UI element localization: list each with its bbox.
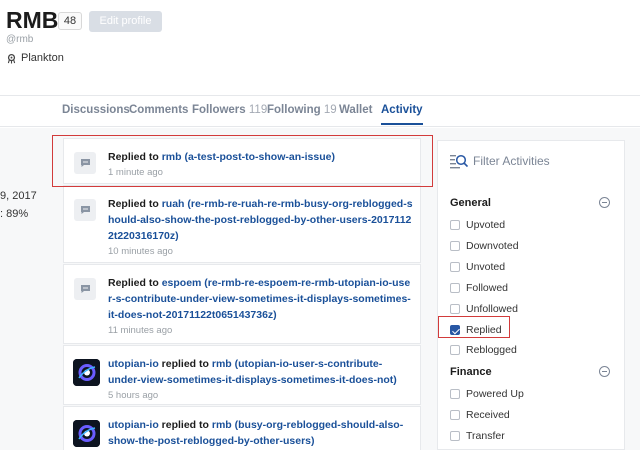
filter-option-downvoted[interactable]: Downvoted	[450, 240, 519, 252]
collapse-finance-icon[interactable]	[599, 366, 610, 377]
tab-discussions[interactable]: Discussions	[62, 104, 130, 116]
profile-name: RMB	[6, 7, 59, 33]
filter-option-replied[interactable]: Replied	[450, 324, 502, 336]
filter-panel: Filter Activities General Upvoted Downvo…	[437, 140, 625, 450]
checkbox[interactable]	[450, 304, 460, 314]
activity-actor-link[interactable]: utopian-io	[108, 358, 159, 370]
tab-label: Following	[267, 104, 321, 116]
activity-target-link[interactable]: rmb	[212, 419, 232, 431]
activity-verb: Replied to	[108, 198, 159, 210]
activity-item: Replied to espoem (re-rmb-re-espoem-re-r…	[63, 264, 421, 344]
checkbox[interactable]	[450, 220, 460, 230]
comment-icon	[74, 278, 96, 300]
comment-icon	[74, 152, 96, 174]
tab-comments[interactable]: Comments	[129, 104, 188, 116]
checkbox[interactable]	[450, 345, 460, 355]
tab-label: Wallet	[339, 104, 373, 116]
activity-verb: Replied to	[108, 277, 159, 289]
filter-title: Filter Activities	[450, 153, 550, 169]
utopian-logo-icon	[73, 420, 100, 447]
activity-target-link[interactable]: rmb	[162, 151, 182, 163]
filter-title-text: Filter Activities	[473, 154, 550, 168]
following-count: 19	[323, 104, 337, 116]
activity-target-link[interactable]: rmb	[212, 358, 232, 370]
activity-verb: Replied to	[108, 151, 159, 163]
tab-label: Discussions	[62, 104, 130, 116]
tab-label: Activity	[381, 104, 423, 116]
option-label: Transfer	[466, 430, 505, 442]
profile-handle: @rmb	[6, 34, 34, 45]
reputation-badge: 48	[58, 12, 82, 30]
profile-header: RMB 48 Edit profile @rmb Plankton	[0, 0, 640, 95]
activity-time: 5 hours ago	[108, 390, 159, 401]
activity-text: utopian-io replied to rmb (utopian-io-us…	[108, 356, 413, 403]
filter-option-unvoted[interactable]: Unvoted	[450, 261, 505, 273]
filter-search-icon	[450, 154, 468, 169]
option-label: Replied	[466, 324, 502, 336]
checkbox-checked[interactable]	[450, 325, 460, 335]
activity-target-link[interactable]: ruah	[162, 198, 185, 210]
rank-text: Plankton	[21, 52, 64, 64]
option-label: Followed	[466, 282, 509, 294]
activity-text: utopian-io replied to rmb (busy-org-rebl…	[108, 417, 413, 449]
activity-actor-link[interactable]: utopian-io	[108, 419, 159, 431]
checkbox[interactable]	[450, 241, 460, 251]
filter-option-reblogged[interactable]: Reblogged	[450, 344, 517, 356]
sidebar-percent-text: : 89%	[0, 208, 29, 220]
filter-option-received[interactable]: Received	[450, 409, 510, 421]
activity-item: Replied to rmb (a-test-post-to-show-an-i…	[63, 138, 421, 184]
activity-permlink[interactable]: (a-test-post-to-show-an-issue)	[184, 151, 335, 163]
tab-activity[interactable]: Activity	[381, 104, 423, 125]
filter-option-upvoted[interactable]: Upvoted	[450, 219, 505, 231]
collapse-general-icon[interactable]	[599, 197, 610, 208]
activity-time: 10 minutes ago	[108, 246, 173, 257]
activity-item: utopian-io replied to rmb (utopian-io-us…	[63, 345, 421, 405]
activity-item: Replied to ruah (re-rmb-re-ruah-re-rmb-b…	[63, 185, 421, 263]
option-label: Powered Up	[466, 388, 524, 400]
activity-item: utopian-io replied to rmb (busy-org-rebl…	[63, 406, 421, 450]
activity-verb: replied to	[161, 358, 209, 370]
filter-option-followed[interactable]: Followed	[450, 282, 508, 294]
activity-text: Replied to espoem (re-rmb-re-espoem-re-r…	[108, 275, 413, 338]
activity-verb: replied to	[161, 419, 209, 431]
checkbox[interactable]	[450, 410, 460, 420]
checkbox[interactable]	[450, 262, 460, 272]
utopian-avatar[interactable]	[73, 420, 100, 447]
tab-label: Followers	[192, 104, 246, 116]
general-section-title: General	[450, 197, 491, 209]
plankton-icon	[7, 53, 16, 64]
tab-label: Comments	[129, 104, 189, 116]
sidebar-date-text: 9, 2017	[0, 190, 37, 202]
checkbox[interactable]	[450, 431, 460, 441]
option-label: Unfollowed	[466, 303, 518, 315]
checkbox[interactable]	[450, 389, 460, 399]
tab-followers[interactable]: Followers 119	[192, 104, 267, 116]
activity-time: 1 minute ago	[108, 167, 163, 178]
rank-label: Plankton	[6, 52, 64, 64]
activity-time: 11 minutes ago	[108, 325, 173, 336]
tab-following[interactable]: Following 19	[267, 104, 337, 116]
utopian-logo-icon	[73, 359, 100, 386]
option-label: Reblogged	[466, 344, 517, 356]
filter-option-transfer[interactable]: Transfer	[450, 430, 505, 442]
option-label: Unvoted	[466, 261, 506, 273]
filter-option-unfollowed[interactable]: Unfollowed	[450, 303, 518, 315]
followers-count: 119	[248, 104, 268, 116]
activity-text: Replied to ruah (re-rmb-re-ruah-re-rmb-b…	[108, 196, 413, 259]
activity-target-link[interactable]: espoem	[162, 277, 202, 289]
activity-text: Replied to rmb (a-test-post-to-show-an-i…	[108, 149, 413, 180]
option-label: Received	[466, 409, 510, 421]
filter-option-powered-up[interactable]: Powered Up	[450, 388, 524, 400]
checkbox[interactable]	[450, 283, 460, 293]
tab-wallet[interactable]: Wallet	[339, 104, 372, 116]
utopian-avatar[interactable]	[73, 359, 100, 386]
option-label: Upvoted	[466, 219, 506, 231]
edit-profile-button[interactable]: Edit profile	[89, 11, 162, 32]
comment-icon	[74, 199, 96, 221]
profile-tabs: Discussions Comments Followers 119 Follo…	[0, 95, 640, 127]
finance-section-title: Finance	[450, 366, 492, 378]
option-label: Downvoted	[466, 240, 519, 252]
